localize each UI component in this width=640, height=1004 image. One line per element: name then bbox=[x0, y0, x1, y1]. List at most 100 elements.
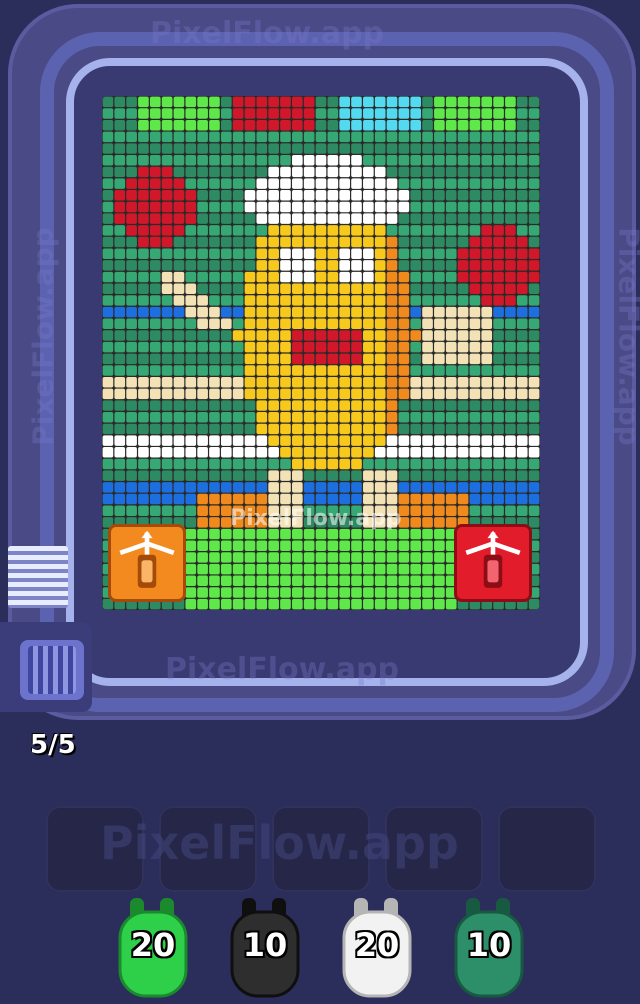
pixel-cell bbox=[197, 563, 208, 575]
pixel-cell bbox=[232, 96, 244, 108]
pixel-cell bbox=[244, 260, 256, 271]
pixel-cell bbox=[161, 318, 173, 330]
empty-slot[interactable] bbox=[498, 806, 596, 892]
pixel-cell bbox=[386, 458, 398, 470]
red-shooter[interactable] bbox=[454, 524, 532, 602]
pixel-cell bbox=[528, 155, 540, 166]
pixel-cell bbox=[457, 271, 469, 283]
orange-shooter[interactable] bbox=[108, 524, 186, 602]
pixel-cell bbox=[197, 108, 208, 119]
pixel-cell bbox=[161, 248, 173, 259]
pixel-cell bbox=[197, 318, 208, 330]
pixel-cell bbox=[232, 201, 244, 213]
pixel-cell bbox=[422, 575, 433, 587]
pixel-cell bbox=[422, 540, 433, 551]
pixel-cell bbox=[351, 306, 362, 318]
pixel-cell bbox=[398, 575, 410, 587]
pixel-cell bbox=[363, 540, 374, 551]
pixel-cell bbox=[220, 155, 232, 166]
pixel-cell bbox=[102, 318, 114, 330]
pixel-cell bbox=[185, 400, 197, 411]
pixel-cell bbox=[268, 178, 279, 189]
pixel-cell bbox=[398, 260, 410, 271]
bunny-shooter-teal[interactable]: 10 bbox=[452, 896, 526, 1000]
pixel-cell bbox=[102, 400, 114, 411]
pixel-cell bbox=[363, 225, 374, 236]
pixel-cell bbox=[256, 575, 268, 587]
pixel-cell bbox=[232, 447, 244, 458]
pixel-cell bbox=[256, 563, 268, 575]
pixel-cell bbox=[528, 201, 540, 213]
pixel-cell bbox=[457, 435, 469, 446]
pixel-cell bbox=[493, 108, 504, 119]
pixel-cell bbox=[339, 201, 350, 213]
pixel-cell bbox=[149, 201, 161, 213]
pixel-cell bbox=[292, 598, 303, 610]
pixel-cell bbox=[114, 458, 126, 470]
pixel-cell bbox=[232, 108, 244, 119]
pixel-cell bbox=[505, 435, 516, 446]
pixel-cell bbox=[457, 190, 469, 201]
pixel-cell bbox=[339, 353, 350, 365]
pixel-cell bbox=[126, 178, 137, 189]
pixel-cell bbox=[244, 155, 256, 166]
pixel-cell bbox=[303, 412, 315, 423]
pixel-cell bbox=[149, 295, 161, 306]
pixel-cell bbox=[363, 201, 374, 213]
pixel-cell bbox=[292, 587, 303, 598]
pixel-cell bbox=[422, 400, 433, 411]
pixel-cell bbox=[386, 213, 398, 224]
pixel-cell bbox=[244, 295, 256, 306]
pixel-cell bbox=[374, 190, 386, 201]
pixel-cell bbox=[232, 552, 244, 563]
pixel-cell bbox=[197, 236, 208, 248]
pixel-cell bbox=[481, 435, 493, 446]
pixel-cell bbox=[209, 283, 220, 294]
bunny-shooter-green[interactable]: 20 bbox=[116, 896, 190, 1000]
pixel-cell bbox=[185, 166, 197, 178]
pixel-cell bbox=[457, 283, 469, 294]
pixel-cell bbox=[292, 166, 303, 178]
pixel-cell bbox=[209, 248, 220, 259]
pixel-cell bbox=[268, 435, 279, 446]
pixel-cell bbox=[268, 260, 279, 271]
pixel-cell bbox=[410, 365, 422, 376]
pixel-cell bbox=[268, 365, 279, 376]
pixel-cell bbox=[434, 341, 445, 353]
pixel-cell bbox=[244, 376, 256, 388]
pixel-cell bbox=[422, 248, 433, 259]
pixel-cell bbox=[292, 131, 303, 143]
pixel-cell bbox=[434, 376, 445, 388]
pixel-cell bbox=[410, 376, 422, 388]
bunny-shooter-white[interactable]: 20 bbox=[340, 896, 414, 1000]
pixel-cell bbox=[280, 201, 291, 213]
pixel-cell bbox=[445, 155, 457, 166]
pixel-cell bbox=[197, 482, 208, 493]
pixel-cell bbox=[327, 388, 339, 400]
pixel-cell bbox=[528, 447, 540, 458]
pixel-cell bbox=[445, 400, 457, 411]
pixel-cell bbox=[434, 353, 445, 365]
pixel-cell bbox=[505, 190, 516, 201]
pixel-cell bbox=[185, 365, 197, 376]
pixel-cell bbox=[149, 353, 161, 365]
pixel-cell bbox=[410, 482, 422, 493]
pixel-cell bbox=[114, 388, 126, 400]
launcher-spring[interactable] bbox=[20, 640, 84, 700]
pixel-cell bbox=[292, 575, 303, 587]
pixel-cell bbox=[138, 458, 149, 470]
pixel-cell bbox=[303, 575, 315, 587]
pixel-cell bbox=[434, 330, 445, 341]
pixel-cell bbox=[149, 155, 161, 166]
pixel-cell bbox=[374, 587, 386, 598]
pixel-cell bbox=[185, 236, 197, 248]
pixel-cell bbox=[339, 96, 350, 108]
pixel-cell bbox=[303, 295, 315, 306]
pixel-cell bbox=[398, 341, 410, 353]
pixel-cell bbox=[315, 493, 327, 505]
bunny-shooter-black[interactable]: 10 bbox=[228, 896, 302, 1000]
pixel-cell bbox=[185, 388, 197, 400]
pixel-cell bbox=[256, 540, 268, 551]
pixel-cell bbox=[457, 201, 469, 213]
pixel-cell bbox=[185, 563, 197, 575]
